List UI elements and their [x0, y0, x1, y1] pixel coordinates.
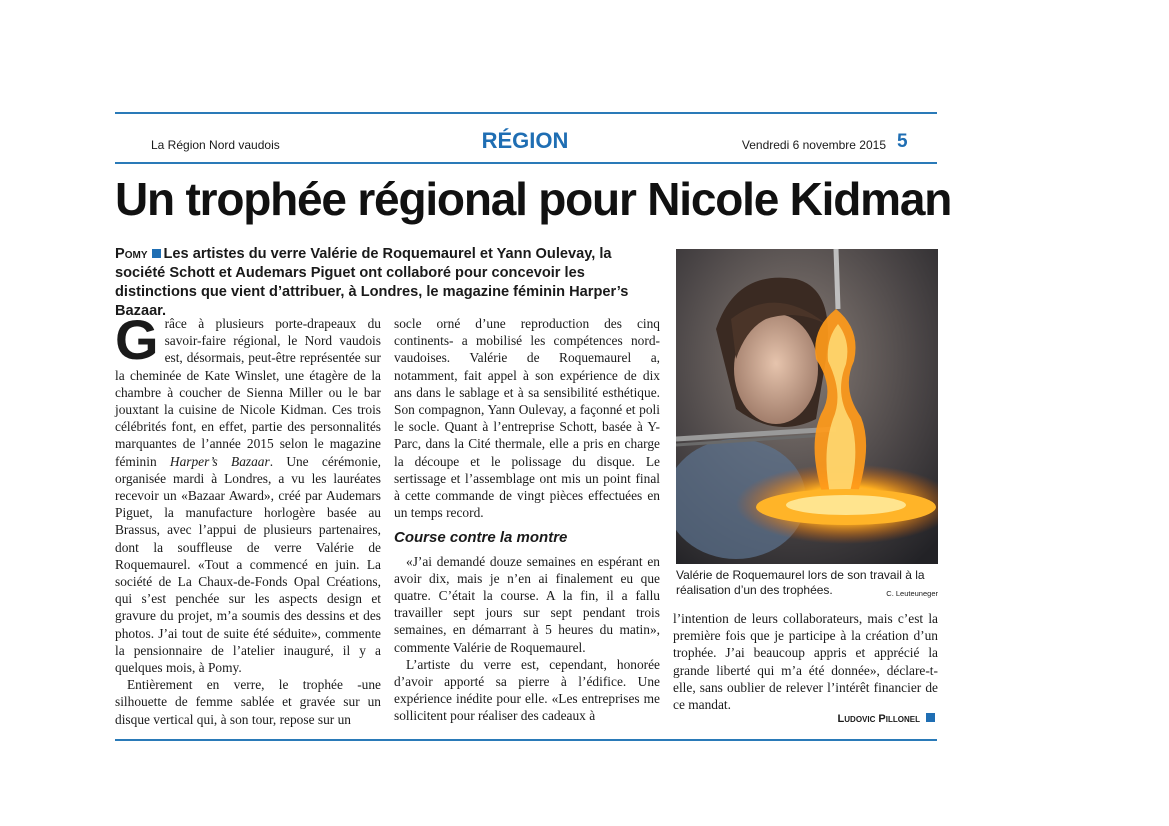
header-rule	[115, 162, 937, 164]
publication-name: La Région Nord vaudois	[151, 138, 280, 152]
top-rule	[115, 112, 937, 114]
bottom-rule	[115, 739, 937, 741]
paragraph-2: Entièrement en verre, le trophée -une si…	[115, 676, 381, 728]
headline: Un trophée régional pour Nicole Kidman	[115, 173, 952, 225]
paragraph-1-rest: . Une cérémonie, organisée mardi à Londr…	[115, 453, 381, 676]
square-bullet-icon	[151, 249, 161, 258]
paragraph-4-cont: l’intention de leurs collaborateurs, mai…	[673, 611, 938, 713]
photo-caption: Valérie de Roquemaurel lors de son trava…	[676, 568, 938, 601]
article-photo	[676, 249, 938, 564]
glassblowing-photo	[676, 249, 938, 564]
paragraph-2-end: socle orné d’une reproduction des cinq c…	[394, 316, 660, 521]
paragraph-1: Grâce à plusieurs porte-drapeaux du savo…	[115, 308, 381, 676]
paragraph-2-cont: socle orné d’une reproduction des cinq c…	[394, 315, 660, 521]
paragraph-4: L’artiste du verre est, cependant, honor…	[394, 656, 660, 724]
article-column-3: l’intention de leurs collaborateurs, mai…	[673, 610, 938, 713]
article-column-2: socle orné d’une reproduction des cinq c…	[394, 315, 660, 725]
paragraph-2-start: Entièrement en verre, le trophée -une si…	[115, 677, 381, 727]
subheading: Course contre la montre	[394, 529, 568, 547]
lead-paragraph: Pomy Les artistes du verre Valérie de Roq…	[115, 245, 660, 321]
page-number: 5	[897, 131, 908, 152]
issue-date: Vendredi 6 novembre 2015	[741, 138, 886, 152]
section-title: RÉGION	[481, 128, 569, 153]
photo-credit: C. Leuteuneger	[886, 589, 938, 598]
paragraph-3: «J’ai demandé douze semaines en espérant…	[394, 553, 660, 655]
author-name: Ludovic Pillonel	[837, 713, 920, 725]
article-column-1: Grâce à plusieurs porte-drapeaux du savo…	[115, 308, 381, 728]
lead-kicker: Pomy	[115, 246, 148, 262]
byline: Ludovic Pillonel	[780, 713, 938, 725]
drop-cap: G	[115, 308, 159, 371]
magazine-name: Harper’s Bazaar	[169, 453, 270, 469]
square-bullet-icon	[926, 713, 935, 722]
lead-text: Les artistes du verre Valérie de Roquema…	[115, 246, 629, 319]
